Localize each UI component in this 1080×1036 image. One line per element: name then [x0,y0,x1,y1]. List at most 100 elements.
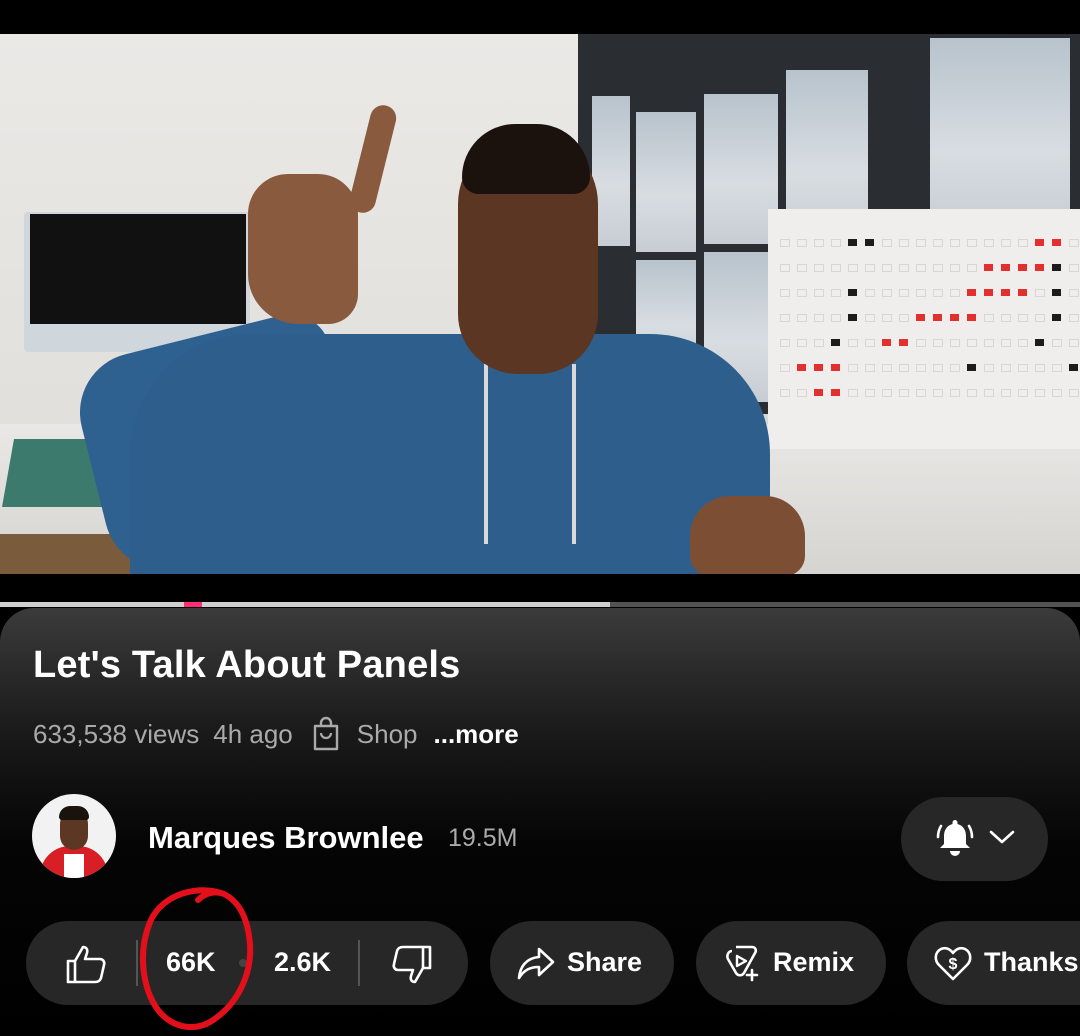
video-metadata[interactable]: 633,538 views 4h ago Shop ...more [33,714,519,754]
panel-board-pixel [1069,339,1079,347]
panel-board-pixel [831,389,840,396]
panel-board-pixel [814,314,824,322]
notification-bell-button[interactable] [901,797,1048,881]
panel-board-pixel [950,389,960,397]
view-count: 633,538 views [33,718,200,749]
panel-board-pixel [780,364,790,372]
panel-board-pixel [865,289,875,297]
panel-board-pixel [967,289,976,296]
panel-board-pixel [984,364,994,372]
panel-board-pixel [1001,314,1011,322]
panel-board-pixel [814,364,823,371]
video-title[interactable]: Let's Talk About Panels [33,644,461,687]
panel-board-pixel [916,239,926,247]
panel-board-pixel [1052,364,1062,372]
panel-board-pixel [1052,289,1061,296]
panel-board-pixel [848,389,858,397]
thumbs-down-icon[interactable] [390,943,434,987]
panel-board-pixel [1069,239,1079,247]
panel-board-pixel [1018,239,1028,247]
panel-board-pixel [899,339,908,346]
panel-board-pixel [848,289,857,296]
person-hoodie [130,334,770,574]
upload-age: 4h ago [213,718,293,749]
panel-board-pixel [899,239,909,247]
video-player[interactable] [0,34,1080,574]
count-separator-dot [239,959,247,967]
person-hand [690,496,805,574]
dislike-count[interactable]: 2.6K [274,947,331,978]
panel-board-pixel [950,339,960,347]
panel-board-pixel [1035,364,1045,372]
share-button[interactable]: Share [490,921,674,1005]
panel-board-pixel [1035,389,1045,397]
panel-board-pixel [1018,314,1028,322]
panel-board-pixel [933,264,943,272]
like-count[interactable]: 66K [166,947,216,978]
panel-board-pixel [814,264,824,272]
thanks-button[interactable]: $ Thanks [907,921,1080,1005]
panel-board-pixel [967,339,977,347]
panel-board-pixel [780,389,790,397]
panel-board-pixel [916,314,925,321]
panel-board-pixel [865,339,875,347]
panel-board-pixel [967,264,977,272]
panel-board-pixel [1035,289,1045,297]
avatar-shirt-stripe [64,854,84,878]
panel-board-pixel [950,239,960,247]
panel-board-pixel [1069,264,1079,272]
panel-board-pixel [1035,264,1044,271]
panel-board-pixel [899,289,909,297]
panel-board-pixel [967,389,977,397]
panel-board-pixel [882,314,892,322]
panel-board-pixel [899,364,909,372]
remix-label: Remix [773,947,855,977]
more-link[interactable]: ...more [434,719,519,750]
panel-board-pixel [848,314,857,321]
panel-board-pixel [1001,289,1010,296]
panel-board-pixel [780,239,790,247]
panel-board-pixel [1035,339,1044,346]
panel-board-pixel [1001,389,1011,397]
panel-board-pixel [916,289,926,297]
channel-avatar[interactable] [32,794,116,878]
shop-link[interactable]: Shop [357,719,418,750]
pill-divider [358,940,360,986]
remix-button[interactable]: Remix [696,921,886,1005]
svg-text:$: $ [949,956,958,973]
panel-board-pixel [865,364,875,372]
panel-board-pixel [933,314,942,321]
video-progress-bar[interactable] [0,602,1080,607]
panel-board-pixel [882,339,891,346]
panel-board-pixel [1052,264,1061,271]
panel-board-pixel [1018,389,1028,397]
shopping-bag-icon[interactable] [311,716,341,752]
video-progress-played [0,602,611,607]
panel-board-pixel [984,314,994,322]
panel-board-pixel [780,289,790,297]
panel-board-pixel [899,264,909,272]
panel-board-pixel [950,364,960,372]
panel-board-pixel [780,339,790,347]
avatar-hair [59,806,89,820]
panel-board-pixel [814,289,824,297]
panel-board-pixel [831,339,840,346]
panel-board-pixel [916,339,926,347]
panel-board-pixel [1069,364,1078,371]
channel-name[interactable]: Marques Brownlee [148,820,424,856]
panel-board-pixel [848,264,858,272]
panel-board-pixel [1018,289,1027,296]
subscriber-count: 19.5M [448,824,518,852]
panel-board-pixel [1052,389,1062,397]
panel-board-pixel [1001,364,1011,372]
panel-board-pixel [1069,389,1079,397]
panel-board-pixel [1035,314,1045,322]
panel-board-pixel [797,314,807,322]
panel-board-pixel [882,239,892,247]
thumbs-up-icon[interactable] [64,942,108,986]
panel-board-pixel [984,264,993,271]
panel-board-pixel [865,389,875,397]
share-icon [516,943,556,983]
panel-board-pixel [950,289,960,297]
panel-board-pixel [797,364,806,371]
